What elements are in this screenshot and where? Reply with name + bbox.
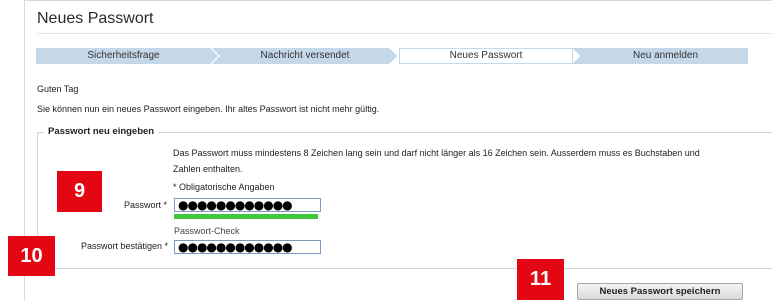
- confirm-password-input[interactable]: ●●●●●●●●●●●●: [174, 240, 321, 254]
- step-neues-passwort: Neues Passwort: [399, 48, 573, 64]
- requirements-line-2: Zahlen enthalten.: [173, 164, 243, 174]
- callout-badge-10: 10: [8, 236, 55, 276]
- requirements-line-1: Das Passwort muss mindestens 8 Zeichen l…: [173, 148, 700, 158]
- password-input[interactable]: ●●●●●●●●●●●●: [174, 198, 321, 212]
- mandatory-note: * Obligatorische Angaben: [173, 182, 275, 192]
- password-strength-bar: [174, 214, 318, 219]
- page-title: Neues Passwort: [37, 10, 154, 27]
- title-divider: [37, 33, 772, 34]
- fieldset-border-bottom: [37, 268, 772, 269]
- step-arrow-icon: [211, 48, 221, 64]
- step-neu-anmelden: Neu anmelden: [583, 48, 748, 64]
- save-password-button[interactable]: Neues Passwort speichern: [577, 283, 743, 300]
- step-sicherheitsfrage: Sicherheitsfrage: [36, 48, 211, 64]
- progress-steps: Sicherheitsfrage Nachricht versendet Neu…: [36, 48, 748, 64]
- step-nachricht-versendet: Nachricht versendet: [221, 48, 389, 64]
- password-check-label: Passwort-Check: [174, 226, 240, 236]
- callout-badge-11: 11: [517, 259, 564, 300]
- callout-badge-9: 9: [57, 171, 102, 212]
- confirm-password-label: Passwort bestätigen *: [80, 241, 168, 251]
- intro-message: Sie können nun ein neues Passwort eingeb…: [37, 104, 380, 114]
- step-arrow-icon: [573, 48, 583, 64]
- step-arrow-icon: [389, 48, 399, 64]
- fieldset-legend: Passwort neu eingeben: [44, 126, 159, 137]
- greeting-text: Guten Tag: [37, 84, 79, 94]
